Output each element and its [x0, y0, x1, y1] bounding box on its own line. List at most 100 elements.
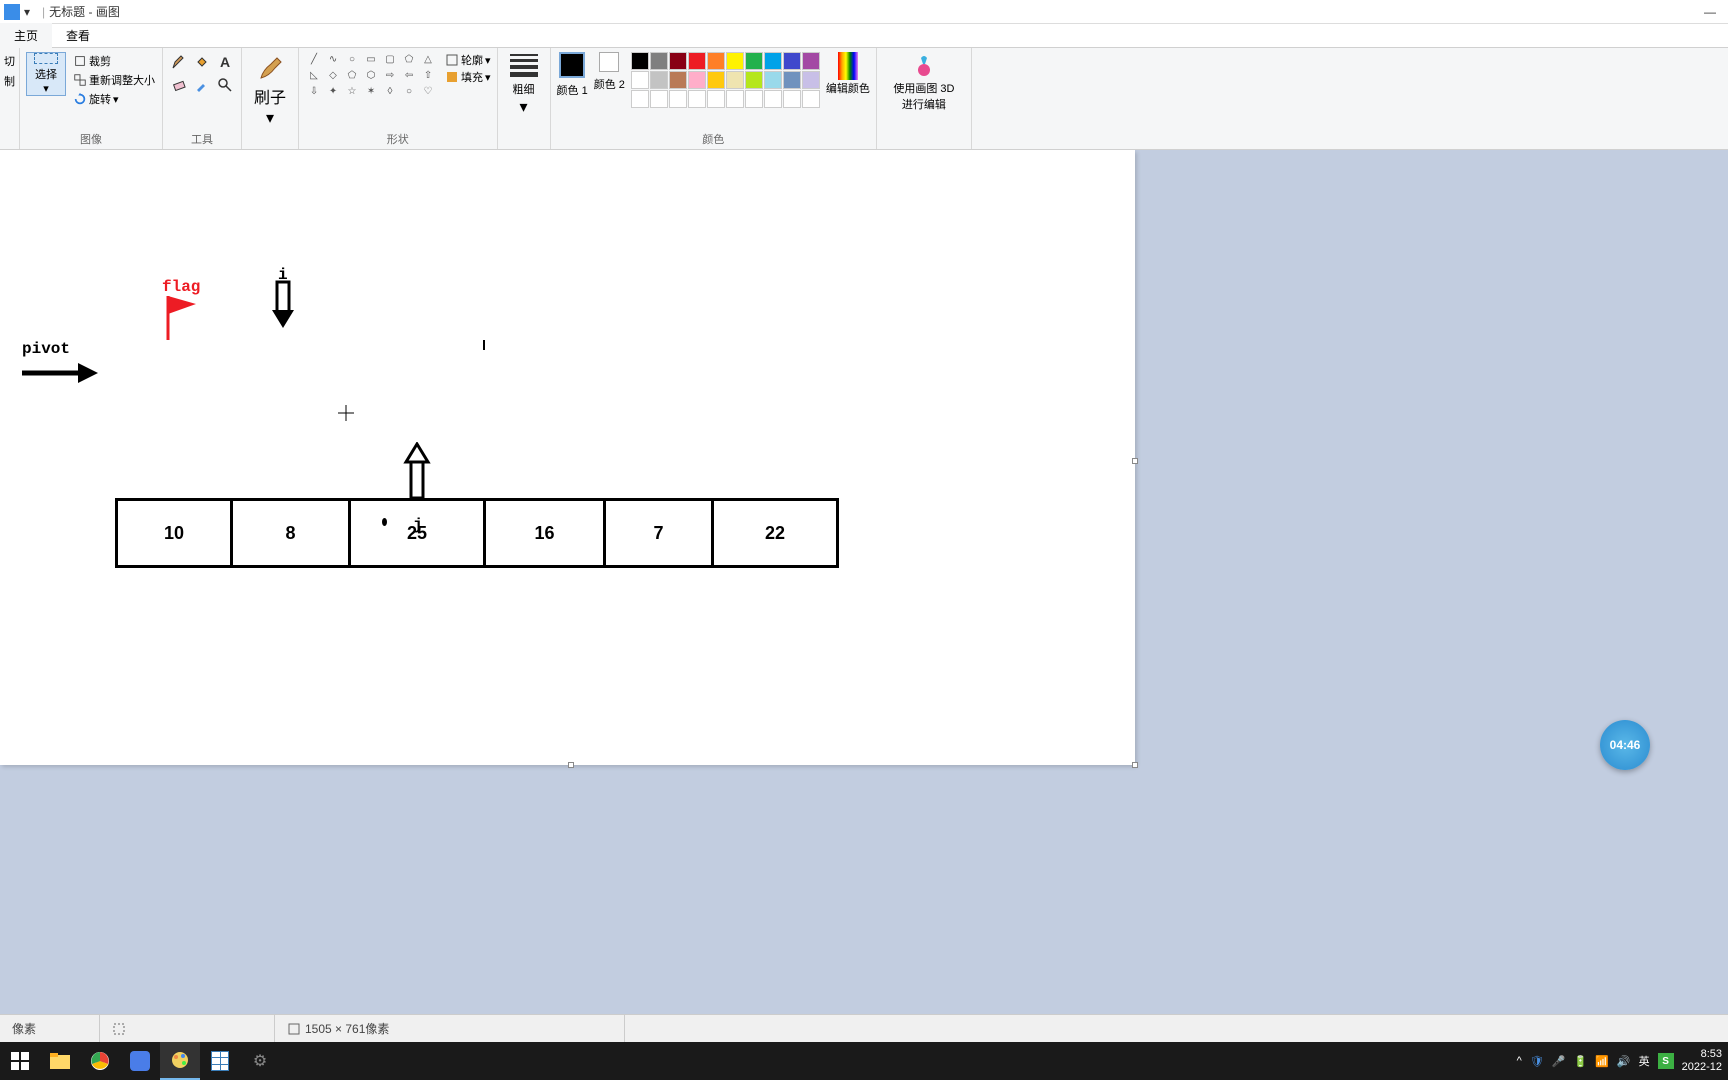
start-button[interactable] — [0, 1042, 40, 1080]
shape-arrow-right[interactable]: ⇨ — [381, 68, 399, 83]
color-swatch[interactable] — [745, 71, 763, 89]
shape-callout[interactable]: ◊ — [381, 84, 399, 99]
outline-button[interactable]: 轮廓 ▾ — [445, 52, 491, 68]
tray-ime[interactable]: 英 — [1639, 1053, 1650, 1069]
qat-dropdown-icon[interactable]: ▾ — [24, 5, 30, 19]
shape-roundrect[interactable]: ▢ — [381, 52, 399, 67]
settings-icon[interactable]: ⚙ — [240, 1042, 280, 1080]
shape-arrow-left[interactable]: ⇦ — [400, 68, 418, 83]
color-swatch[interactable] — [783, 71, 801, 89]
color-swatch[interactable] — [707, 52, 725, 70]
color-swatch[interactable] — [707, 90, 725, 108]
fill-tool[interactable] — [192, 52, 212, 72]
color-swatch[interactable] — [726, 90, 744, 108]
color-swatch[interactable] — [650, 90, 668, 108]
canvas[interactable]: pivot flag i 10 8 25 16 7 22 — [0, 150, 1135, 765]
shape-hexagon[interactable]: ⬡ — [362, 68, 380, 83]
magnifier-tool[interactable] — [215, 75, 235, 95]
text-tool[interactable]: A — [215, 52, 235, 72]
color-swatch[interactable] — [802, 71, 820, 89]
shape-cloud[interactable]: ○ — [400, 84, 418, 99]
edit-colors-button[interactable]: 编辑颜色 — [826, 52, 870, 96]
color-swatch[interactable] — [631, 90, 649, 108]
copy-button[interactable]: 制 — [2, 72, 17, 90]
color-swatch[interactable] — [745, 90, 763, 108]
tray-chevron-icon[interactable]: ^ — [1517, 1055, 1522, 1067]
color-swatch[interactable] — [764, 71, 782, 89]
tab-home[interactable]: 主页 — [0, 23, 52, 48]
shape-arrow-up[interactable]: ⇧ — [419, 68, 437, 83]
color-swatch[interactable] — [802, 90, 820, 108]
color-swatch[interactable] — [783, 52, 801, 70]
shape-6star[interactable]: ✶ — [362, 84, 380, 99]
shape-curve[interactable]: ∿ — [324, 52, 342, 67]
shape-arrow-down[interactable]: ⇩ — [305, 84, 323, 99]
color-swatch[interactable] — [650, 52, 668, 70]
tab-view[interactable]: 查看 — [52, 23, 104, 48]
resize-handle-right[interactable] — [1132, 458, 1138, 464]
taskbar-clock[interactable]: 8:53 2022-12 — [1682, 1048, 1722, 1074]
color-swatch[interactable] — [802, 52, 820, 70]
color-swatch[interactable] — [669, 90, 687, 108]
shape-pentagon[interactable]: ⬠ — [343, 68, 361, 83]
fill-button[interactable]: 填充 ▾ — [445, 69, 491, 85]
brush-button[interactable]: 刷子 ▾ — [248, 52, 292, 130]
shape-5star[interactable]: ☆ — [343, 84, 361, 99]
color-picker-tool[interactable] — [192, 75, 212, 95]
app-icon[interactable] — [4, 4, 20, 20]
color-swatch[interactable] — [669, 71, 687, 89]
shape-oval[interactable]: ○ — [343, 52, 361, 67]
resize-handle-corner[interactable] — [1132, 762, 1138, 768]
color-swatch[interactable] — [745, 52, 763, 70]
color-swatch[interactable] — [726, 71, 744, 89]
eraser-tool[interactable] — [169, 75, 189, 95]
shape-4star[interactable]: ✦ — [324, 84, 342, 99]
paint3d-button[interactable]: 使用画图 3D 进行编辑 — [883, 52, 965, 114]
tray-sogou-icon[interactable]: S — [1658, 1053, 1674, 1069]
shape-polygon[interactable]: ⬠ — [400, 52, 418, 67]
select-button[interactable]: 选择 ▾ — [26, 52, 66, 96]
color2-button[interactable]: 颜色 2 — [594, 52, 625, 92]
color-swatch[interactable] — [764, 90, 782, 108]
chrome-icon[interactable] — [80, 1042, 120, 1080]
minimize-button[interactable]: — — [1704, 5, 1716, 19]
resize-button[interactable]: 重新调整大小 — [72, 71, 156, 89]
color-swatch[interactable] — [688, 52, 706, 70]
crop-button[interactable]: 裁剪 — [72, 52, 156, 70]
color-swatch[interactable] — [650, 71, 668, 89]
flag-icon — [164, 292, 200, 342]
tray-volume-icon[interactable]: 🔊 — [1617, 1055, 1631, 1068]
tray-battery-icon[interactable]: 🔋 — [1574, 1055, 1588, 1068]
color-swatch[interactable] — [764, 52, 782, 70]
cut-button[interactable]: 切 — [2, 52, 17, 70]
shape-right-triangle[interactable]: ◺ — [305, 68, 323, 83]
shape-heart[interactable]: ♡ — [419, 84, 437, 99]
color-swatch[interactable] — [631, 71, 649, 89]
pencil-tool[interactable] — [169, 52, 189, 72]
tray-shield-icon[interactable]: 🛡 — [1530, 1055, 1544, 1068]
shape-triangle[interactable]: △ — [419, 52, 437, 67]
tray-mic-icon[interactable]: 🎤 — [1552, 1055, 1566, 1068]
app-icon[interactable] — [120, 1042, 160, 1080]
color-swatch[interactable] — [707, 71, 725, 89]
color-swatch[interactable] — [783, 90, 801, 108]
color-swatch[interactable] — [631, 52, 649, 70]
paint-taskbar-icon[interactable] — [160, 1042, 200, 1080]
color1-button[interactable]: 颜色 1 — [557, 52, 588, 98]
color-swatch[interactable] — [726, 52, 744, 70]
file-explorer-icon[interactable] — [40, 1042, 80, 1080]
color-swatch[interactable] — [688, 90, 706, 108]
shape-rect[interactable]: ▭ — [362, 52, 380, 67]
shapes-gallery[interactable]: ╱ ∿ ○ ▭ ▢ ⬠ △ ◺ ◇ ⬠ ⬡ ⇨ ⇦ ⇧ ⇩ ✦ ☆ ✶ ◊ ○ — [305, 52, 437, 99]
clock-widget[interactable]: 04:46 — [1600, 720, 1650, 770]
tray-wifi-icon[interactable]: 📶 — [1595, 1055, 1609, 1068]
shape-diamond[interactable]: ◇ — [324, 68, 342, 83]
rotate-button[interactable]: 旋转 ▾ — [72, 90, 156, 108]
size-button[interactable]: 粗细 ▾ — [504, 52, 544, 119]
shape-line[interactable]: ╱ — [305, 52, 323, 67]
calculator-icon[interactable] — [200, 1042, 240, 1080]
color-swatch[interactable] — [688, 71, 706, 89]
color-swatch[interactable] — [669, 52, 687, 70]
resize-handle-bottom[interactable] — [568, 762, 574, 768]
j-arrow-icon — [402, 442, 432, 502]
